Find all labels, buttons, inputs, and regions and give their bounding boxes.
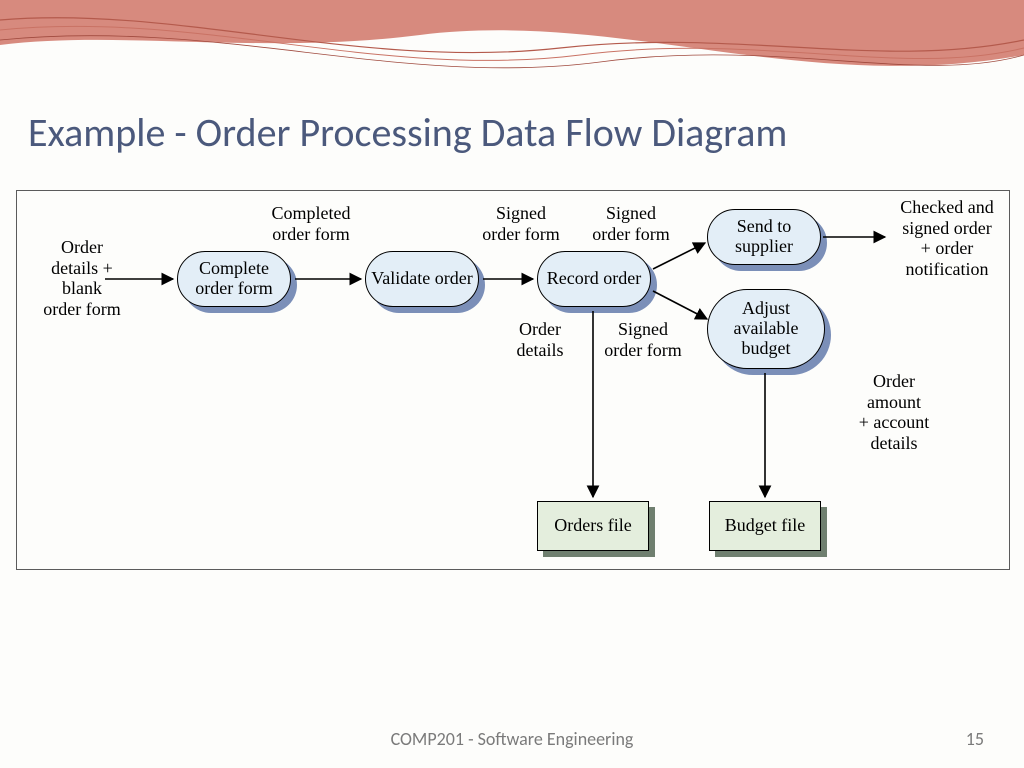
footer-page-number: 15 bbox=[966, 728, 984, 750]
flow-label-signed-3: Signed order form bbox=[593, 319, 693, 360]
footer-course: COMP201 - Software Engineering bbox=[0, 728, 1024, 750]
process-validate-order: Validate order bbox=[365, 251, 479, 307]
flow-label-signed-2: Signed order form bbox=[581, 203, 681, 244]
process-send-to-supplier: Send to supplier bbox=[707, 209, 821, 265]
flow-label-signed-1: Signed order form bbox=[471, 203, 571, 244]
process-record-order: Record order bbox=[537, 251, 651, 307]
datastore-orders-file: Orders file bbox=[537, 501, 649, 551]
slide-title: Example - Order Processing Data Flow Dia… bbox=[28, 108, 787, 157]
datastore-budget-file: Budget file bbox=[709, 501, 821, 551]
flow-label-output: Checked and signed order + order notific… bbox=[887, 197, 1007, 280]
flow-label-order-details: Order details bbox=[505, 319, 575, 360]
header-wave-decoration bbox=[0, 0, 1024, 120]
flow-label-input: Order details + blank order form bbox=[37, 237, 127, 320]
flow-label-order-amount: Order amount + account details bbox=[849, 371, 939, 454]
flow-label-completed: Completed order form bbox=[261, 203, 361, 244]
diagram-frame: Order details + blank order form Complet… bbox=[16, 190, 1010, 570]
process-complete-order-form: Complete order form bbox=[177, 251, 291, 307]
slide: Example - Order Processing Data Flow Dia… bbox=[0, 0, 1024, 768]
process-adjust-available-budget: Adjust available budget bbox=[707, 289, 825, 369]
